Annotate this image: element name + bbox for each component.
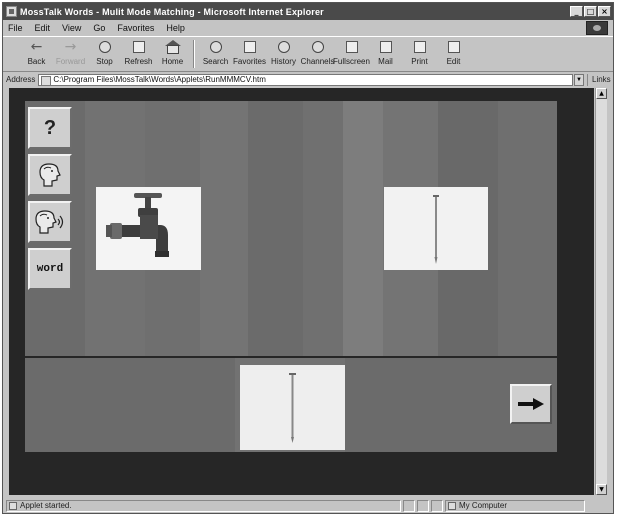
channels-button[interactable]: Channels	[300, 37, 335, 66]
window-controls: _ □ ×	[570, 6, 611, 17]
vertical-scrollbar[interactable]: ▲ ▼	[595, 88, 607, 495]
address-label: Address	[6, 75, 36, 84]
nail-icon	[384, 187, 488, 270]
close-button[interactable]: ×	[598, 6, 611, 17]
fullscreen-label: Fullscreen	[333, 57, 370, 66]
help-button[interactable]: ?	[28, 107, 72, 149]
menu-file[interactable]: File	[8, 23, 23, 33]
channels-icon	[311, 41, 324, 53]
status-text: Applet started.	[20, 501, 72, 510]
target-panel	[25, 358, 557, 452]
maximize-button[interactable]: □	[584, 6, 597, 17]
scroll-up-icon[interactable]: ▲	[596, 88, 607, 99]
home-label: Home	[161, 57, 184, 66]
title-bar: MossTalk Words - Mulit Mode Matching - M…	[3, 3, 613, 20]
ie-app-icon	[6, 6, 17, 17]
edit-button[interactable]: Edit	[438, 37, 469, 66]
search-button[interactable]: Search	[200, 37, 231, 66]
edit-label: Edit	[446, 57, 461, 66]
edit-icon	[447, 41, 460, 53]
right-arrow-icon	[518, 398, 544, 410]
toolbar-separator	[193, 40, 195, 68]
status-message-pane: Applet started.	[6, 499, 401, 512]
page-status-icon	[9, 501, 17, 510]
refresh-icon	[132, 41, 145, 53]
head-speaking-loud-icon	[35, 210, 64, 234]
browser-window: MossTalk Words - Mulit Mode Matching - M…	[2, 2, 614, 514]
search-icon	[209, 41, 222, 53]
back-button[interactable]: ← Back	[21, 37, 52, 67]
zone-text: My Computer	[459, 501, 508, 510]
target-card-nail[interactable]	[240, 365, 345, 450]
refresh-label: Refresh	[124, 57, 153, 66]
back-arrow-icon: ←	[30, 39, 43, 55]
address-value: C:\Program Files\MossTalk\Words\Applets\…	[53, 75, 266, 84]
mail-button[interactable]: Mail	[370, 37, 401, 66]
stop-button[interactable]: Stop	[89, 37, 120, 66]
applet-area: ? word	[9, 88, 594, 495]
history-label: History	[271, 57, 296, 66]
nail-icon	[240, 365, 345, 450]
forward-arrow-icon: →	[64, 39, 77, 55]
scroll-down-icon[interactable]: ▼	[596, 484, 607, 495]
word-button[interactable]: word	[28, 248, 72, 290]
print-icon	[413, 41, 426, 53]
address-input[interactable]: C:\Program Files\MossTalk\Words\Applets\…	[38, 73, 573, 86]
faucet-icon	[96, 187, 201, 270]
favorites-icon	[243, 41, 256, 53]
history-icon	[277, 41, 290, 53]
minimize-button[interactable]: _	[570, 6, 583, 17]
menu-bar: File Edit View Go Favorites Help	[3, 20, 613, 36]
word-icon: word	[36, 263, 64, 275]
address-dropdown-button[interactable]: ▼	[574, 73, 584, 86]
choice-card-nail[interactable]	[384, 187, 488, 270]
choice-panel: ? word	[25, 101, 557, 356]
window-title: MossTalk Words - Mulit Mode Matching - M…	[20, 6, 324, 17]
next-button[interactable]	[510, 384, 552, 424]
page-icon	[41, 75, 52, 85]
print-button[interactable]: Print	[404, 37, 435, 66]
computer-icon	[448, 501, 456, 510]
fullscreen-icon	[345, 41, 358, 53]
speak-aloud-button[interactable]	[28, 201, 72, 243]
speak-button[interactable]	[28, 154, 72, 196]
menu-edit[interactable]: Edit	[35, 23, 51, 33]
mail-icon	[379, 41, 392, 53]
fullscreen-button[interactable]: Fullscreen	[333, 37, 370, 66]
forward-label: Forward	[55, 57, 86, 66]
print-label: Print	[411, 57, 428, 66]
ie-logo-icon	[586, 21, 608, 35]
links-button[interactable]: Links	[587, 73, 613, 86]
favorites-label: Favorites	[233, 57, 266, 66]
question-mark-icon: ?	[43, 116, 57, 139]
forward-button[interactable]: → Forward	[55, 37, 86, 67]
menu-view[interactable]: View	[62, 23, 81, 33]
home-icon	[164, 40, 182, 55]
status-bar: Applet started. My Computer	[3, 498, 613, 513]
toolbar: ← Back → Forward Stop Refresh Home Searc…	[3, 36, 613, 72]
menu-go[interactable]: Go	[93, 23, 105, 33]
stop-label: Stop	[96, 57, 113, 66]
menu-help[interactable]: Help	[166, 23, 185, 33]
back-label: Back	[27, 57, 46, 66]
menu-favorites[interactable]: Favorites	[117, 23, 154, 33]
mail-label: Mail	[378, 57, 393, 66]
choice-card-faucet[interactable]	[96, 187, 201, 270]
refresh-button[interactable]: Refresh	[123, 37, 154, 66]
address-bar: Address C:\Program Files\MossTalk\Words\…	[3, 72, 613, 87]
zone-pane: My Computer	[445, 499, 585, 512]
search-label: Search	[202, 57, 229, 66]
stop-icon	[98, 41, 111, 53]
home-button[interactable]: Home	[157, 37, 188, 66]
head-speaking-icon	[39, 163, 61, 187]
channels-label: Channels	[300, 57, 335, 66]
history-button[interactable]: History	[268, 37, 299, 66]
favorites-button[interactable]: Favorites	[233, 37, 266, 66]
